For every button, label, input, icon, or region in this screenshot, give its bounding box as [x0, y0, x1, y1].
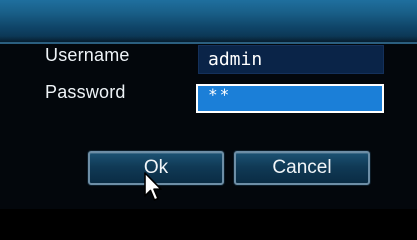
- title-bar: [0, 0, 417, 44]
- password-field[interactable]: **: [196, 84, 384, 113]
- password-label: Password: [45, 82, 126, 102]
- username-label: Username: [45, 45, 130, 65]
- login-dialog: Username admin Password ** Ok Cancel: [0, 0, 417, 209]
- cancel-button[interactable]: Cancel: [234, 151, 370, 185]
- cancel-button-label: Cancel: [272, 157, 332, 178]
- username-field[interactable]: admin: [198, 45, 384, 74]
- mouse-pointer-icon: [144, 172, 162, 201]
